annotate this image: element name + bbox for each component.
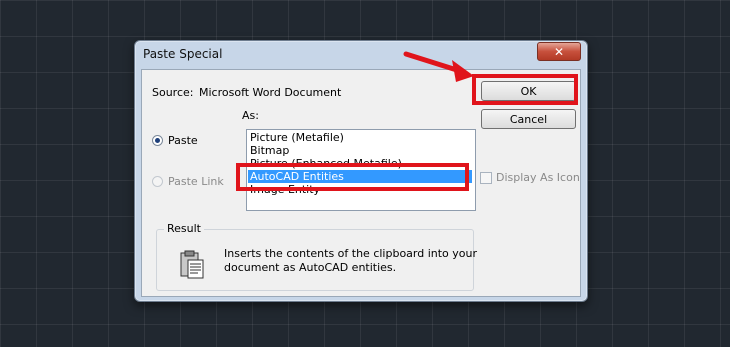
paste-radio[interactable] bbox=[152, 135, 163, 146]
dialog-titlebar[interactable]: Paste Special ✕ bbox=[135, 41, 587, 69]
close-icon: ✕ bbox=[553, 44, 565, 59]
source-value: Microsoft Word Document bbox=[199, 86, 342, 99]
list-item[interactable]: Picture (Metafile) bbox=[250, 131, 344, 144]
paste-label: Paste bbox=[168, 134, 198, 147]
red-arrow-icon bbox=[403, 51, 474, 82]
paste-radio-dot bbox=[155, 138, 160, 143]
result-text-line2: document as AutoCAD entities. bbox=[224, 261, 397, 274]
paste-link-label: Paste Link bbox=[168, 175, 224, 188]
display-as-icon-label: Display As Icon bbox=[496, 171, 580, 184]
list-item[interactable]: Bitmap bbox=[250, 144, 289, 157]
result-label: Result bbox=[164, 222, 204, 235]
clipboard-icon bbox=[180, 250, 204, 279]
ok-highlight-box bbox=[472, 74, 578, 105]
selection-highlight-box bbox=[236, 163, 469, 191]
display-as-icon-checkbox[interactable] bbox=[480, 172, 492, 184]
dialog-title: Paste Special bbox=[143, 47, 223, 61]
cancel-button-label: Cancel bbox=[509, 112, 548, 126]
close-button[interactable]: ✕ bbox=[537, 42, 581, 61]
paste-link-radio[interactable] bbox=[152, 176, 163, 187]
as-label: As: bbox=[242, 109, 259, 122]
source-label: Source: bbox=[152, 86, 194, 99]
cancel-button[interactable]: Cancel bbox=[481, 109, 576, 129]
result-text-line1: Inserts the contents of the clipboard in… bbox=[224, 247, 478, 260]
